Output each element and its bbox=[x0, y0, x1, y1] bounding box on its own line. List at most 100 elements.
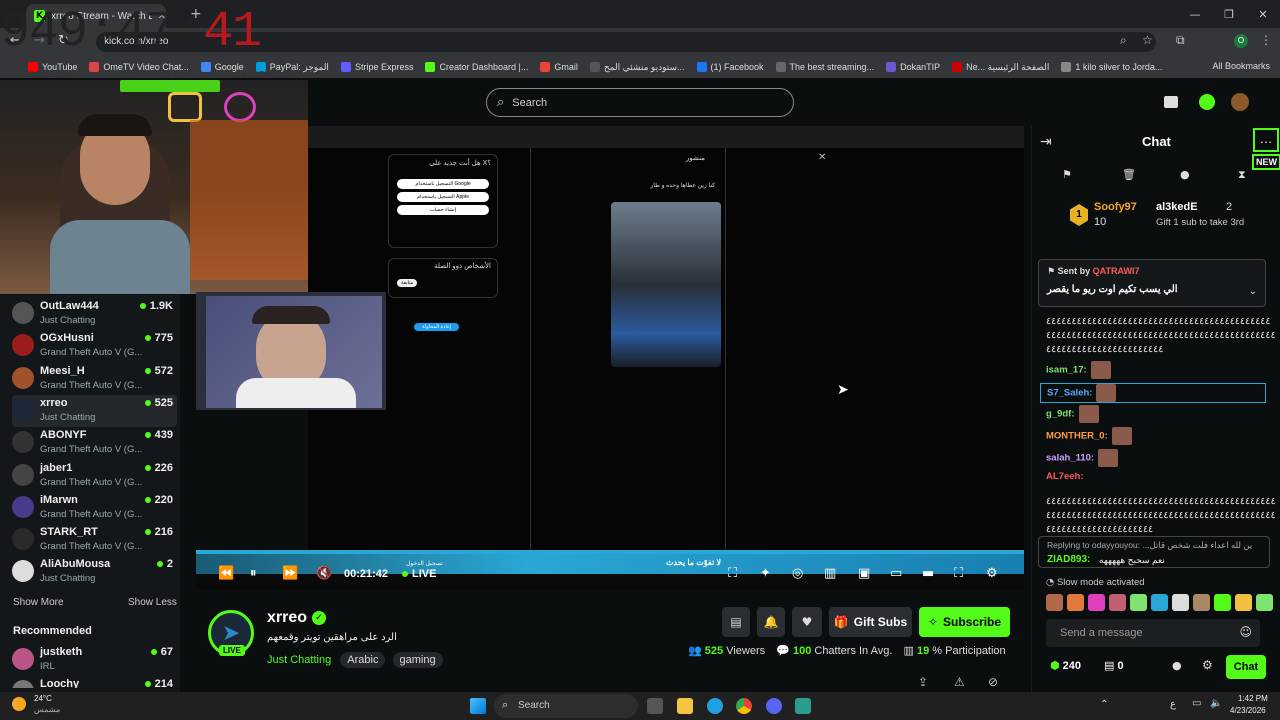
show-less-button[interactable]: Show Less bbox=[128, 597, 177, 608]
forward-icon[interactable]: ⏩ bbox=[282, 566, 298, 581]
emote-icon[interactable] bbox=[1088, 594, 1105, 611]
sidebar-channel[interactable]: OGxHusni Grand Theft Auto V (G... 775 bbox=[12, 330, 177, 362]
bookmark-item[interactable]: DokanTIP bbox=[886, 62, 940, 72]
chat-menu-button[interactable]: … bbox=[1253, 128, 1279, 152]
tray-chevron-icon[interactable]: ⌃ bbox=[1100, 699, 1108, 710]
volume-icon[interactable]: 🔈 bbox=[1210, 698, 1222, 709]
recommended-channel[interactable]: Loochy 214 bbox=[12, 676, 177, 688]
bookmark-star-icon[interactable]: ☆ bbox=[1142, 33, 1153, 47]
sidebar-channel[interactable]: Meesi_H Grand Theft Auto V (G... 572 bbox=[12, 363, 177, 395]
emote-icon[interactable] bbox=[1151, 594, 1168, 611]
apple-signup-button[interactable]: التسجيل باستخدام Apple bbox=[397, 192, 489, 202]
emote-icon[interactable] bbox=[1214, 594, 1231, 611]
sidebar-channel[interactable]: STARK_RT Grand Theft Auto V (G... 216 bbox=[12, 524, 177, 556]
edge-icon[interactable] bbox=[707, 698, 723, 714]
network-icon[interactable]: ▭ bbox=[1192, 698, 1201, 709]
bookmark-item[interactable]: Ne... الصفحة الرئيسية bbox=[952, 62, 1049, 73]
pause-icon[interactable]: ⏸ bbox=[250, 566, 257, 581]
task-view-icon[interactable] bbox=[647, 698, 663, 714]
bookmark-item[interactable]: Gmail bbox=[540, 62, 578, 72]
sidebar-channel[interactable]: xrreo Just Chatting 525 bbox=[12, 394, 177, 427]
gift-subs-button[interactable]: 🎁 Gift Subs bbox=[829, 607, 912, 637]
settings-gear-icon[interactable]: ⚙ bbox=[986, 566, 998, 581]
kick-coin-icon[interactable] bbox=[1199, 94, 1215, 110]
sidebar-channel[interactable]: AliAbuMousa Just Chatting 2 bbox=[12, 556, 177, 588]
taskbar-date[interactable]: 4/23/2026 bbox=[1230, 706, 1266, 715]
chat-emote-menu-icon[interactable]: ● bbox=[1172, 659, 1182, 672]
language-indicator[interactable]: ع bbox=[1170, 699, 1176, 710]
theater-icon[interactable]: ▬ bbox=[922, 566, 934, 581]
tag-arabic[interactable]: Arabic bbox=[340, 652, 386, 668]
show-more-button[interactable]: Show More bbox=[13, 597, 64, 608]
emote-icon[interactable] bbox=[1235, 594, 1252, 611]
close-window-icon[interactable]: ✕ bbox=[1246, 0, 1280, 28]
emote-icon[interactable] bbox=[1067, 594, 1084, 611]
share-icon[interactable]: ⇪ bbox=[918, 675, 928, 689]
menu-dots-icon[interactable]: ⋮ bbox=[1260, 33, 1272, 47]
user-avatar[interactable] bbox=[1231, 93, 1249, 111]
bookmark-item[interactable]: 1 kilo silver to Jorda... bbox=[1061, 62, 1162, 72]
google-signup-button[interactable]: التسجيل باستخدام Google bbox=[397, 179, 489, 189]
video-player[interactable]: هل أنت جديد على X؟ التسجيل باستخدام Goog… bbox=[308, 126, 1024, 550]
collapse-chat-icon[interactable]: ⇥ bbox=[1040, 134, 1052, 150]
pinned-message[interactable]: ⚑ Sent by QATRAWI7 الي يسب تكيم اوت ريو … bbox=[1038, 259, 1266, 307]
sync-icon[interactable]: ◎ bbox=[792, 566, 803, 581]
hide-icon[interactable]: ⊘ bbox=[988, 675, 998, 689]
bookmark-item[interactable]: Stripe Express bbox=[340, 62, 413, 72]
bookmark-item[interactable]: ستوديو منشئي المح... bbox=[589, 62, 685, 73]
start-icon[interactable] bbox=[470, 698, 486, 714]
search-input[interactable]: ⌕ Search bbox=[486, 88, 794, 117]
sidebar-channel[interactable]: iMarwn Grand Theft Auto V (G... 220 bbox=[12, 492, 177, 524]
bookmark-item[interactable]: The best streaming... bbox=[775, 62, 874, 72]
chrome-icon[interactable] bbox=[736, 698, 752, 714]
clip-icon[interactable]: ⛶ bbox=[728, 566, 737, 581]
create-account-button[interactable]: إنشاء حساب bbox=[397, 205, 489, 215]
fullscreen-icon[interactable]: ⛶ bbox=[954, 566, 963, 581]
emote-icon[interactable] bbox=[1193, 594, 1210, 611]
chat-settings-icon[interactable]: ⚙ bbox=[1202, 658, 1213, 672]
minimize-icon[interactable]: — bbox=[1178, 0, 1212, 28]
close-x-icon[interactable]: ✕ bbox=[818, 152, 826, 163]
points-indicator[interactable]: ⬢ 240 bbox=[1050, 659, 1081, 672]
recommended-channel[interactable]: justketh IRL 67 bbox=[12, 644, 177, 676]
bubble-icon[interactable]: ● bbox=[1180, 168, 1190, 181]
profile-avatar[interactable]: O bbox=[1234, 34, 1248, 48]
emoji-icon[interactable]: ☺ bbox=[1239, 625, 1252, 639]
rewind-icon[interactable]: ⏪ bbox=[218, 566, 234, 581]
tag-gaming[interactable]: gaming bbox=[392, 652, 443, 668]
emote-icon[interactable] bbox=[1109, 594, 1126, 611]
emote-icon[interactable] bbox=[1172, 594, 1189, 611]
weather-icon[interactable] bbox=[12, 697, 26, 711]
report-icon[interactable]: ⚠ bbox=[954, 675, 965, 689]
bookmark-item[interactable]: Creator Dashboard |... bbox=[425, 62, 528, 72]
chat-input[interactable]: Send a message ☺ bbox=[1046, 619, 1260, 647]
cast-icon[interactable]: ▭ bbox=[890, 566, 902, 581]
stats-icon[interactable]: ▥ bbox=[824, 566, 836, 581]
sidebar-channel[interactable]: ABONYF Grand Theft Auto V (G... 439 bbox=[12, 427, 177, 459]
subscribe-button[interactable]: ✧ Subscribe bbox=[919, 607, 1010, 637]
follow-button[interactable]: متابعة bbox=[397, 279, 418, 287]
expand-pinned-icon[interactable]: ⌄ bbox=[1249, 286, 1257, 297]
category-link[interactable]: Just Chatting bbox=[267, 654, 331, 666]
sidebar-channel[interactable]: OutLaw444 Just Chatting 1.9K bbox=[12, 298, 177, 330]
emote-icon[interactable] bbox=[1046, 594, 1063, 611]
all-bookmarks-link[interactable]: All Bookmarks bbox=[1212, 61, 1270, 71]
bookmark-item[interactable]: (1) Facebook bbox=[696, 62, 764, 72]
clip-button[interactable]: ▤ bbox=[722, 607, 750, 637]
sparkle-icon[interactable]: ✦ bbox=[760, 566, 771, 581]
taskbar-time[interactable]: 1:42 PM bbox=[1238, 694, 1268, 703]
file-explorer-icon[interactable] bbox=[677, 698, 693, 714]
app-icon[interactable] bbox=[795, 698, 811, 714]
mute-icon[interactable]: 🔇 bbox=[316, 566, 332, 581]
prime-icon[interactable] bbox=[1164, 96, 1178, 108]
discord-icon[interactable] bbox=[766, 698, 782, 714]
pip-icon[interactable]: ▣ bbox=[858, 566, 870, 581]
trash-icon[interactable]: 🗑 bbox=[1122, 168, 1136, 181]
emote-icon[interactable] bbox=[1256, 594, 1273, 611]
notification-bell-button[interactable]: 🔔 bbox=[757, 607, 785, 637]
emote-icon[interactable] bbox=[1130, 594, 1147, 611]
pin-icon[interactable]: ⚑ bbox=[1062, 168, 1072, 181]
maximize-icon[interactable]: ❐ bbox=[1212, 0, 1246, 28]
zoom-icon[interactable]: ⌕ bbox=[1120, 33, 1127, 48]
sidebar-channel[interactable]: jaber1 Grand Theft Auto V (G... 226 bbox=[12, 460, 177, 492]
